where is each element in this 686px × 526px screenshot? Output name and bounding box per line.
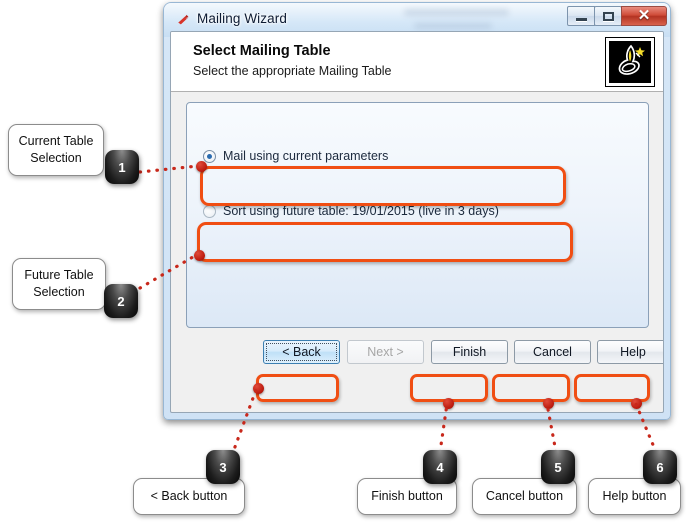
window-title: Mailing Wizard xyxy=(197,11,287,26)
wizard-header: Select Mailing Table Select the appropri… xyxy=(171,32,663,92)
help-button-label: Help xyxy=(620,345,646,359)
callout-text: Finish button xyxy=(371,489,443,504)
page-subtitle: Select the appropriate Mailing Table xyxy=(193,64,392,78)
minimize-button[interactable] xyxy=(567,6,595,26)
annotated-screenshot: Mailing Wizard ✕ Select Mailing Table Se… xyxy=(0,0,686,526)
help-button[interactable]: Help xyxy=(597,340,663,364)
anchor-dot-1 xyxy=(196,161,207,172)
badge-number: 2 xyxy=(117,293,125,309)
finish-button-label: Finish xyxy=(452,345,487,359)
callout-badge-5: 5 xyxy=(541,450,575,484)
callout-text: < Back button xyxy=(150,489,228,504)
anchor-dot-4 xyxy=(443,398,454,409)
close-button[interactable]: ✕ xyxy=(621,6,667,26)
badge-number: 3 xyxy=(219,459,227,475)
radio-option-current-parameters[interactable]: Mail using current parameters xyxy=(203,149,388,163)
next-button: Next > xyxy=(347,340,424,364)
back-button[interactable]: < Back xyxy=(263,340,340,364)
minimize-icon xyxy=(575,18,587,21)
options-panel: Mail using current parameters Sort using… xyxy=(186,102,649,328)
callout-badge-3: 3 xyxy=(206,450,240,484)
radio-label: Sort using future table: 19/01/2015 (liv… xyxy=(223,204,499,218)
badge-number: 4 xyxy=(436,459,444,475)
callout-badge-6: 6 xyxy=(643,450,677,484)
anchor-dot-6 xyxy=(631,398,642,409)
callout-badge-2: 2 xyxy=(104,284,138,318)
anchor-dot-3 xyxy=(253,383,264,394)
callout-badge-1: 1 xyxy=(105,150,139,184)
next-button-label: Next > xyxy=(367,345,404,359)
mailing-wizard-window: Mailing Wizard ✕ Select Mailing Table Se… xyxy=(163,2,671,420)
finish-button[interactable]: Finish xyxy=(431,340,508,364)
maximize-button[interactable] xyxy=(594,6,622,26)
cancel-button[interactable]: Cancel xyxy=(514,340,591,364)
radio-label: Mail using current parameters xyxy=(223,149,389,163)
callout-badge-4: 4 xyxy=(423,450,457,484)
badge-number: 5 xyxy=(554,459,562,475)
page-title: Select Mailing Table xyxy=(193,43,331,59)
window-controls: ✕ xyxy=(567,6,667,26)
close-icon: ✕ xyxy=(637,7,651,24)
radio-option-future-table[interactable]: Sort using future table: 19/01/2015 (liv… xyxy=(203,204,499,218)
radio-unselected-icon xyxy=(203,204,216,218)
maximize-icon xyxy=(602,11,614,21)
wizard-button-row: < Back Next > Finish Cancel Help xyxy=(171,340,663,372)
cancel-button-label: Cancel xyxy=(533,345,572,359)
badge-number: 6 xyxy=(656,459,664,475)
callout-text: Future Table Selection xyxy=(24,268,94,299)
callout-text: Cancel button xyxy=(485,489,564,504)
callout-text: Current Table Selection xyxy=(18,134,94,165)
wizard-client-area: Select Mailing Table Select the appropri… xyxy=(170,31,664,413)
callout-label-1: Current Table Selection xyxy=(8,124,104,176)
anchor-dot-2 xyxy=(194,250,205,261)
radio-selected-icon xyxy=(203,149,216,163)
callout-label-2: Future Table Selection xyxy=(12,258,106,310)
callout-text: Help button xyxy=(602,489,667,504)
genie-lamp-logo xyxy=(605,37,655,87)
badge-number: 1 xyxy=(118,159,126,175)
red-arrow-icon xyxy=(178,14,189,25)
anchor-dot-5 xyxy=(543,398,554,409)
